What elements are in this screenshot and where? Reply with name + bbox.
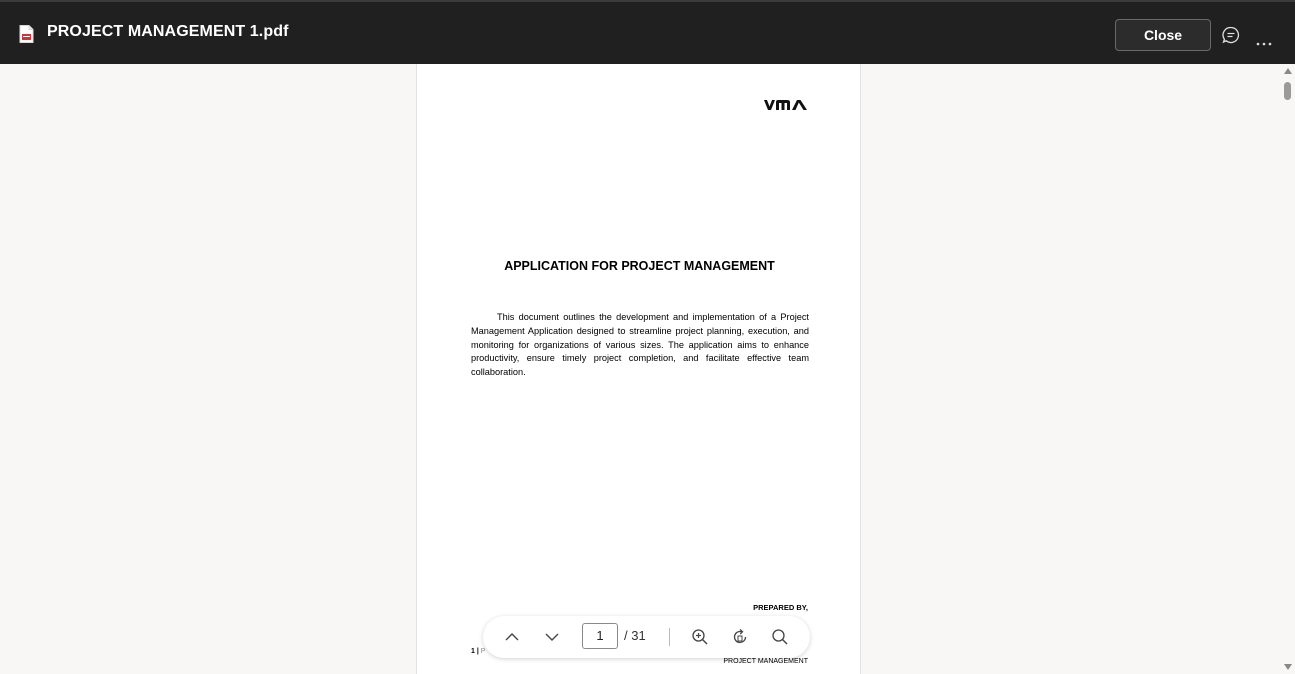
comment-icon[interactable] [1222,26,1240,44]
page-number-input[interactable]: 1 [582,623,618,649]
vertical-scrollbar[interactable] [1281,64,1295,674]
rotate-icon[interactable] [729,626,751,648]
footer-page-number: 1 | [471,648,479,655]
document-abstract: This document outlines the development a… [471,312,809,378]
prepared-by-label: PREPARED BY, [753,603,808,612]
file-title: PROJECT MANAGEMENT 1.pdf [47,23,289,40]
page-footer-left: 1 | P [471,648,485,655]
page-footer-right: PROJECT MANAGEMENT [723,658,808,665]
title-bar: PROJECT MANAGEMENT 1.pdf Close [0,0,1295,64]
toolbar-divider [669,628,670,646]
next-page-icon[interactable] [541,626,563,648]
pdf-page: APPLICATION FOR PROJECT MANAGEMENT This … [416,64,861,674]
more-options-icon[interactable] [1255,33,1273,46]
page-navigation-toolbar: 1 / 31 [483,616,810,658]
scroll-down-arrow-icon[interactable] [1284,664,1292,670]
company-logo [763,98,811,112]
footer-partial-text: P [480,648,486,655]
pdf-file-icon [19,25,34,43]
close-button[interactable]: Close [1115,19,1211,51]
pdf-viewer[interactable]: APPLICATION FOR PROJECT MANAGEMENT This … [0,64,1281,674]
zoom-in-icon[interactable] [689,626,711,648]
scroll-up-arrow-icon[interactable] [1284,68,1292,74]
previous-page-icon[interactable] [501,626,523,648]
scrollbar-thumb[interactable] [1284,82,1291,100]
total-pages-label: / 31 [624,628,646,643]
document-title: APPLICATION FOR PROJECT MANAGEMENT [504,259,775,273]
search-icon[interactable] [769,626,791,648]
